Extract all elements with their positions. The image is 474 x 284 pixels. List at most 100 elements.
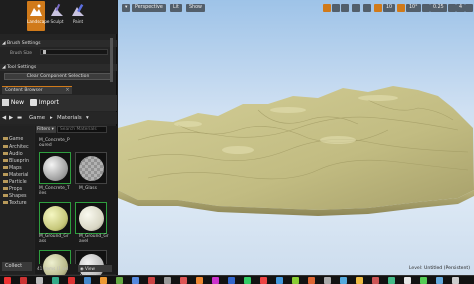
import-button[interactable]: Import <box>30 97 59 108</box>
surface-snap-icon[interactable] <box>363 4 371 12</box>
taskbar-app-icon[interactable] <box>308 277 315 284</box>
show-button[interactable]: Show <box>186 4 205 12</box>
taskbar-app-icon[interactable] <box>148 277 155 284</box>
search-input[interactable]: Search Materials <box>57 126 107 133</box>
tree-node-label: Texture <box>9 201 27 206</box>
taskbar-app-icon[interactable] <box>420 277 427 284</box>
brush-size-label: Brush Size <box>10 50 33 55</box>
close-icon[interactable]: × <box>64 86 71 94</box>
rotate-icon[interactable] <box>332 4 340 12</box>
taskbar-app-icon[interactable] <box>388 277 395 284</box>
filters-button[interactable]: Filters ▾ <box>36 126 56 133</box>
scale-snap-icon[interactable] <box>422 4 430 12</box>
scale-snap-value[interactable]: 0.25 <box>430 4 447 12</box>
folder-icon <box>3 158 8 163</box>
brush-size-slider[interactable] <box>40 49 108 55</box>
asset-label: M_Glass <box>79 186 97 191</box>
tree-node[interactable]: Particle <box>3 179 27 186</box>
tree-node[interactable]: Architec <box>3 144 29 151</box>
taskbar-app-icon[interactable] <box>196 277 203 284</box>
taskbar-app-icon[interactable] <box>356 277 363 284</box>
taskbar-app-icon[interactable] <box>276 277 283 284</box>
taskbar-app-icon[interactable] <box>52 277 59 284</box>
chevron-down-icon[interactable]: ▾ <box>86 112 89 124</box>
tree-node[interactable]: Maps <box>3 165 22 172</box>
taskbar-app-icon[interactable] <box>244 277 251 284</box>
taskbar-app-icon[interactable] <box>164 277 171 284</box>
world-local-icon[interactable] <box>352 4 360 12</box>
terrain-surface <box>118 86 474 210</box>
tree-node[interactable]: Material <box>3 172 29 179</box>
folder-tree: Game Architec Audio Blueprin Maps Materi… <box>0 126 34 274</box>
asset-tile[interactable] <box>75 152 107 184</box>
collections-button[interactable]: Collect <box>2 262 32 271</box>
taskbar-app-icon[interactable] <box>324 277 331 284</box>
asset-tile[interactable] <box>39 202 71 234</box>
lit-button[interactable]: Lit <box>170 4 182 12</box>
taskbar-app-icon[interactable] <box>84 277 91 284</box>
rotation-snap-icon[interactable] <box>397 4 405 12</box>
camera-speed-icon[interactable] <box>448 4 456 12</box>
grid-snap-icon[interactable] <box>374 4 382 12</box>
folder-icon <box>3 193 8 198</box>
tree-node[interactable]: Shapes <box>3 193 27 200</box>
taskbar-app-icon[interactable] <box>180 277 187 284</box>
taskbar-app-icon[interactable] <box>212 277 219 284</box>
taskbar-app-icon[interactable] <box>68 277 75 284</box>
rotation-snap-value[interactable]: 10° <box>406 4 421 12</box>
panel-scrollbar[interactable] <box>110 38 113 82</box>
viewport-options-button[interactable]: ▾ <box>122 4 131 12</box>
camera-speed-value[interactable]: 4 <box>456 4 466 12</box>
asset-label: M_Ground_Gr ass <box>39 234 69 244</box>
taskbar-app-icon[interactable] <box>340 277 347 284</box>
mode-sculpt-button[interactable]: Sculpt <box>48 1 66 31</box>
taskbar-app-icon[interactable] <box>20 277 27 284</box>
clear-component-selection-button[interactable]: Clear Component Selection <box>4 73 112 80</box>
mode-paint-button[interactable]: Paint <box>69 1 87 31</box>
taskbar-app-icon[interactable] <box>404 277 411 284</box>
taskbar-app-icon[interactable] <box>260 277 267 284</box>
tab-content-browser[interactable]: Content Browser <box>2 86 72 94</box>
taskbar-app-icon[interactable] <box>116 277 123 284</box>
asset-tile[interactable] <box>39 250 71 279</box>
tree-node[interactable]: Blueprin <box>3 158 29 165</box>
asset-tile[interactable] <box>39 152 71 184</box>
taskbar-app-icon[interactable] <box>100 277 107 284</box>
taskbar-app-icon[interactable] <box>132 277 139 284</box>
forward-arrow-icon[interactable]: ▶ <box>9 112 13 124</box>
scale-icon[interactable] <box>341 4 349 12</box>
view-options-button[interactable]: ◉ View Options <box>78 265 112 278</box>
tree-node[interactable]: Props <box>3 186 22 193</box>
terrain-render[interactable] <box>118 0 474 275</box>
taskbar-app-icon[interactable] <box>372 277 379 284</box>
level-name: Untitled (Persistent) <box>424 266 470 271</box>
grid-snap-value[interactable]: 10 <box>383 4 396 12</box>
brush-settings-header[interactable]: ◢ Brush Settings <box>0 40 117 47</box>
mode-landscape-button[interactable]: Landscape <box>27 1 50 31</box>
level-viewport[interactable]: ▾ Perspective Lit Show 10 10° 0.25 4 Lev… <box>118 0 474 275</box>
taskbar-app-icon[interactable] <box>228 277 235 284</box>
breadcrumb-materials[interactable]: Materials <box>57 112 82 124</box>
tree-node[interactable]: Audio <box>3 151 23 158</box>
taskbar-app-icon[interactable] <box>292 277 299 284</box>
eye-icon: ◉ <box>80 266 84 271</box>
maximize-icon[interactable] <box>465 4 473 12</box>
mode-label: Landscape <box>27 19 50 24</box>
start-icon[interactable] <box>4 277 11 284</box>
tree-node[interactable]: Texture <box>3 200 27 207</box>
asset-tile[interactable] <box>75 202 107 234</box>
tree-node[interactable]: Game <box>3 136 23 143</box>
perspective-button[interactable]: Perspective <box>132 4 166 12</box>
new-icon <box>2 99 9 106</box>
taskbar-app-icon[interactable] <box>36 277 43 284</box>
slider-knob[interactable] <box>43 50 46 54</box>
breadcrumb-game[interactable]: Game <box>29 112 45 124</box>
taskbar-app-icon[interactable] <box>436 277 443 284</box>
back-arrow-icon[interactable]: ◀ <box>2 112 6 124</box>
asset-tile[interactable] <box>75 250 107 279</box>
translate-icon[interactable] <box>323 4 331 12</box>
tool-settings-header[interactable]: ◢ Tool Settings <box>0 64 117 71</box>
taskbar-app-icon[interactable] <box>452 277 459 284</box>
new-button[interactable]: New <box>2 97 24 108</box>
brush-settings-title: Brush Settings <box>7 41 41 46</box>
